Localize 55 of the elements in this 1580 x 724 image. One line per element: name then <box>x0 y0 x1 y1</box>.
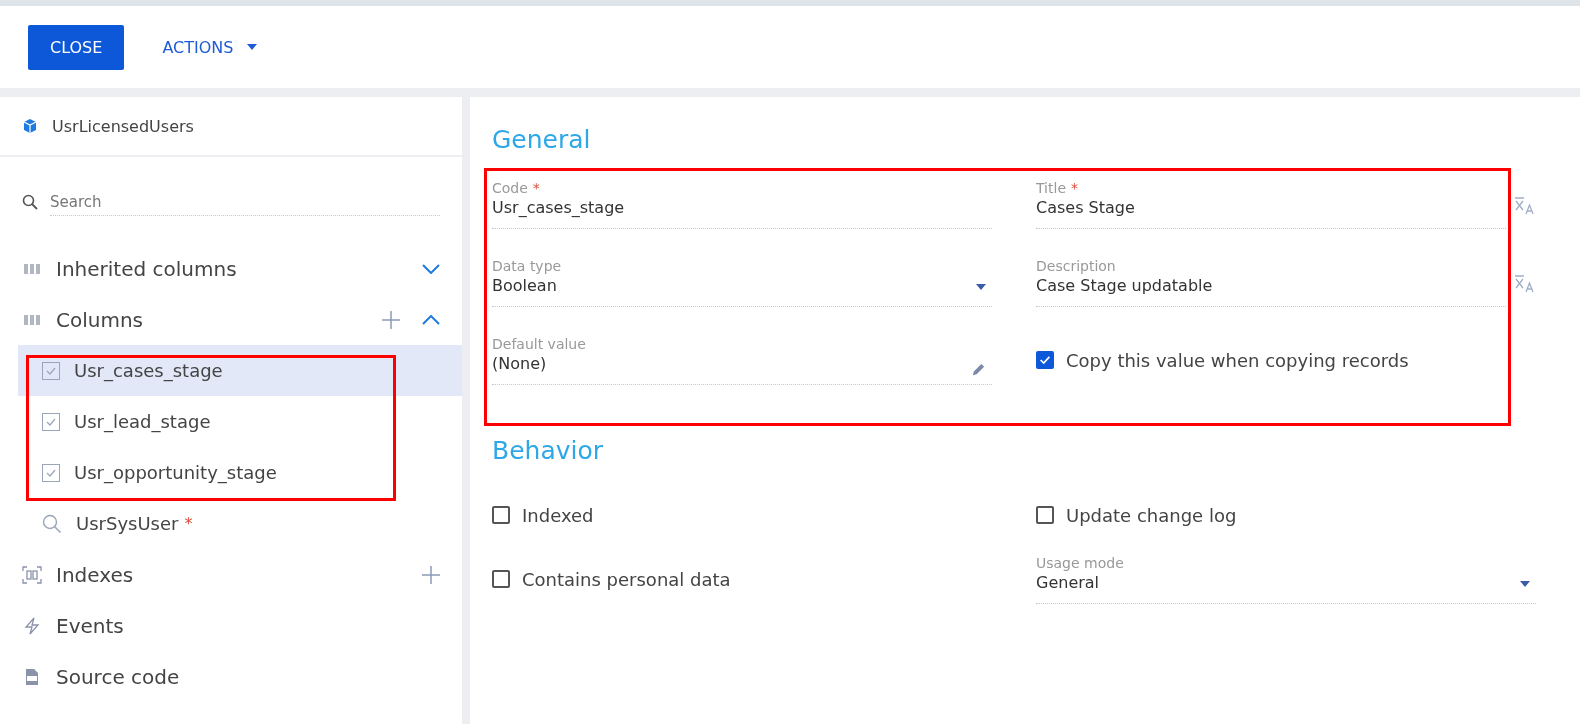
pencil-icon[interactable] <box>971 362 986 377</box>
columns-icon <box>22 313 42 326</box>
required-mark: * <box>184 514 193 533</box>
checkbox-label: Contains personal data <box>522 568 731 590</box>
columns-icon <box>22 262 42 275</box>
checkbox[interactable] <box>1036 506 1054 524</box>
field-value[interactable]: Cases Stage <box>1036 198 1506 217</box>
section-title[interactable]: Columns <box>56 307 360 332</box>
section-title[interactable]: Events <box>56 613 440 638</box>
checkbox-type-icon <box>42 412 60 431</box>
checkbox[interactable] <box>1036 351 1054 369</box>
caret-icon <box>247 44 258 50</box>
checkbox-label: Copy this value when copying records <box>1066 349 1409 371</box>
section-heading: Behavior <box>492 436 604 465</box>
translate-icon[interactable] <box>1514 196 1536 216</box>
section-heading: General <box>492 125 592 154</box>
field-label: Data type <box>492 258 562 274</box>
close-button[interactable]: CLOSE <box>28 24 125 70</box>
checkbox-type-icon <box>42 361 60 380</box>
column-item[interactable]: UsrSysUser * <box>18 498 462 549</box>
collapse-chevron-icon[interactable] <box>422 314 440 325</box>
expand-chevron-icon[interactable] <box>422 263 440 274</box>
field-label: Code <box>492 180 528 196</box>
dropdown-caret-icon[interactable] <box>976 284 986 290</box>
required-mark: * <box>532 180 540 196</box>
checkbox-label: Indexed <box>522 504 594 526</box>
field-value[interactable]: Usr_cases_stage <box>492 198 992 217</box>
field-label: Title <box>1036 180 1066 196</box>
dropdown-caret-icon[interactable] <box>1520 581 1530 587</box>
required-mark: * <box>1071 180 1078 196</box>
translate-icon[interactable] <box>1514 274 1536 294</box>
field-value[interactable]: (None) <box>492 354 992 373</box>
search-icon <box>42 513 62 534</box>
index-icon <box>22 565 42 584</box>
column-item[interactable]: Usr_opportunity_stage <box>18 447 462 498</box>
section-title[interactable]: Inherited columns <box>56 256 400 281</box>
field-value[interactable]: Case Stage updatable <box>1036 276 1506 295</box>
field-value[interactable]: Boolean <box>492 276 992 295</box>
checkbox-type-icon <box>42 463 60 482</box>
search-icon <box>22 194 38 210</box>
cube-icon <box>22 118 38 134</box>
field-label: Usage mode <box>1036 555 1124 571</box>
field-value[interactable]: General <box>1036 573 1536 592</box>
section-title[interactable]: Source code <box>56 664 440 689</box>
field-label: Description <box>1036 258 1116 274</box>
section-title[interactable]: Indexes <box>56 562 400 587</box>
object-name: UsrLicensedUsers <box>52 116 194 136</box>
checkbox[interactable] <box>492 506 510 524</box>
lightning-icon <box>22 616 42 635</box>
field-label: Default value <box>492 336 586 352</box>
column-item[interactable]: Usr_cases_stage <box>18 345 462 396</box>
checkbox-label: Update change log <box>1066 504 1237 526</box>
actions-menu-button[interactable]: ACTIONS <box>162 37 258 57</box>
column-item[interactable]: Usr_lead_stage <box>18 396 462 447</box>
checkbox[interactable] <box>492 570 510 588</box>
